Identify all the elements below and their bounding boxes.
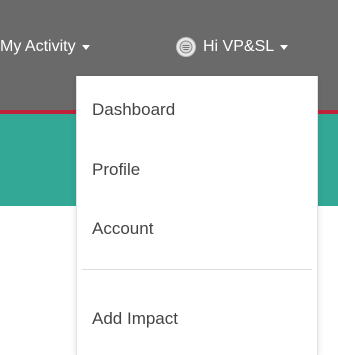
caret-down-icon <box>280 44 289 50</box>
menu-item-profile[interactable]: Profile <box>92 160 140 180</box>
user-avatar-icon <box>176 37 196 57</box>
app-root: My Activity Hi VP&SL Dashboard Profile A… <box>0 0 338 355</box>
user-dropdown-menu: Dashboard Profile Account Add Impact <box>76 76 318 355</box>
menu-divider <box>82 269 312 270</box>
user-greeting: Hi VP&SL <box>203 38 275 55</box>
menu-item-dashboard[interactable]: Dashboard <box>92 100 175 120</box>
my-activity-menu[interactable]: My Activity <box>0 34 90 60</box>
user-menu[interactable]: Hi VP&SL <box>176 34 289 60</box>
caret-down-icon <box>81 44 90 50</box>
my-activity-label: My Activity <box>0 38 76 55</box>
menu-item-account[interactable]: Account <box>92 219 153 239</box>
menu-item-add-impact[interactable]: Add Impact <box>92 309 178 329</box>
